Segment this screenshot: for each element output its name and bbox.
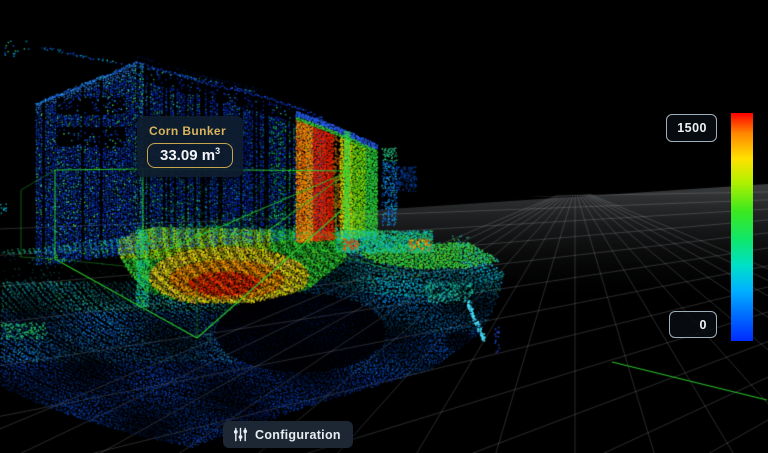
colorbar-max-value: 1500 xyxy=(677,121,707,135)
volume-unit: m xyxy=(202,147,215,164)
volume-value-box: 33.09 m3 xyxy=(147,143,233,168)
volume-value: 33.09 xyxy=(160,147,198,164)
colorbar-gradient xyxy=(731,113,753,341)
3d-viewport[interactable]: Corn Bunker 33.09 m3 1500 0 Configuratio… xyxy=(0,0,768,453)
measurement-tooltip[interactable]: Corn Bunker 33.09 m3 xyxy=(137,116,243,177)
sliders-icon xyxy=(233,427,248,442)
configuration-button[interactable]: Configuration xyxy=(223,421,353,448)
tooltip-title: Corn Bunker xyxy=(149,124,231,138)
colorbar-min-value: 0 xyxy=(700,318,707,332)
volume-exponent: 3 xyxy=(215,146,220,156)
colorbar-min-field[interactable]: 0 xyxy=(669,311,717,338)
configuration-label: Configuration xyxy=(255,428,341,442)
colorbar-max-field[interactable]: 1500 xyxy=(666,114,717,142)
pointcloud-canvas[interactable] xyxy=(0,0,768,453)
